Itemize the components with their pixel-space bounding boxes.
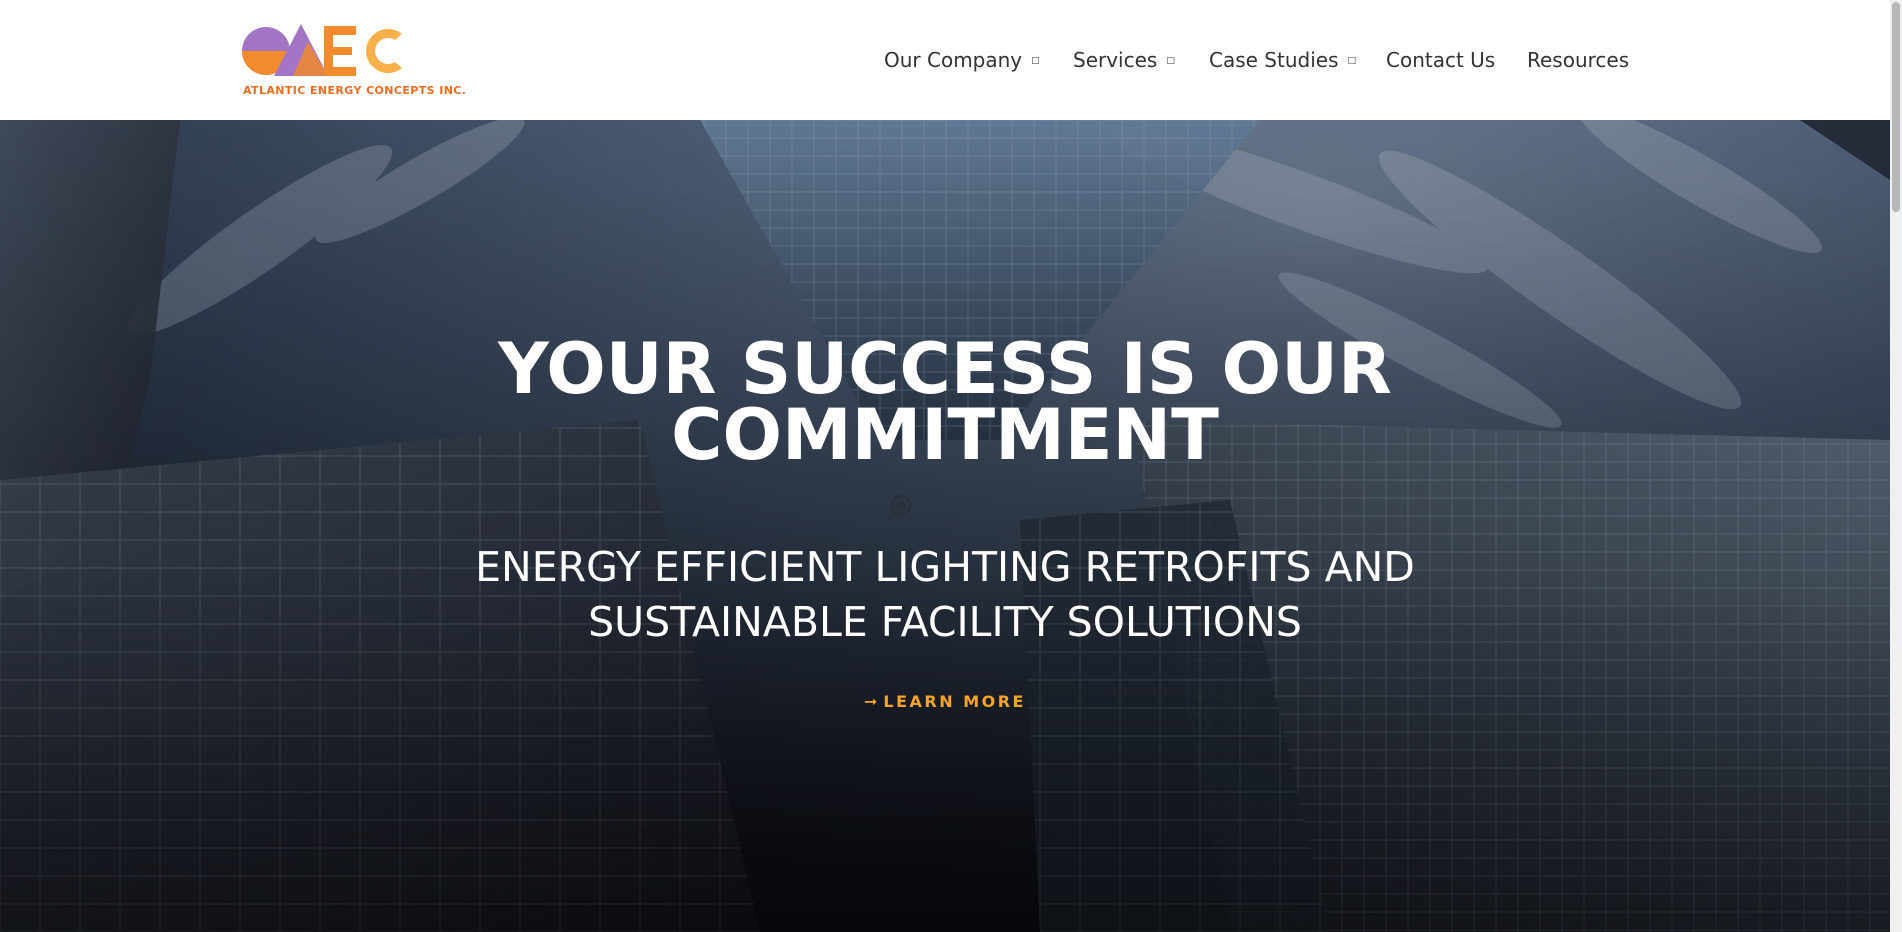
learn-more-button[interactable]: ➞ LEARN MORE — [0, 692, 1890, 711]
hero-title-line: COMMITMENT — [671, 394, 1219, 476]
site-header: ATLANTIC ENERGY CONCEPTS INC. Our Compan… — [0, 0, 1890, 120]
dropdown-caret-icon: □ — [1347, 55, 1357, 66]
nav-item-label: Our Company — [884, 48, 1023, 72]
main-nav: Our Company □ Services □ Case Studies □ Con… — [0, 45, 1890, 75]
nav-item-case-studies[interactable]: Case Studies □ — [1209, 45, 1356, 75]
hero-subtitle: ENERGY EFFICIENT LIGHTING RETROFITS AND … — [0, 540, 1890, 650]
dropdown-caret-icon: □ — [1031, 55, 1040, 66]
nav-item-resources[interactable]: Resources — [1527, 45, 1629, 75]
hero-overlay — [0, 120, 1890, 932]
page-scrollbar[interactable] — [1890, 0, 1902, 932]
logo-tagline: ATLANTIC ENERGY CONCEPTS INC. — [243, 84, 467, 97]
nav-item-services[interactable]: Services □ — [1073, 45, 1175, 75]
scrollbar-thumb[interactable] — [1892, 2, 1900, 212]
dropdown-caret-icon: □ — [1166, 55, 1175, 66]
nav-item-label: Resources — [1527, 48, 1630, 72]
arrow-right-icon: ➞ — [864, 692, 878, 711]
nav-item-label: Services — [1073, 48, 1158, 72]
hero-title-line: YOUR SUCCESS IS OUR — [498, 328, 1392, 410]
learn-more-label: LEARN MORE — [883, 692, 1026, 711]
nav-item-label: Contact Us — [1386, 48, 1496, 72]
nav-item-contact-us[interactable]: Contact Us — [1386, 45, 1495, 75]
hero-section: YOUR SUCCESS IS OUR COMMITMENT ENERGY EF… — [0, 120, 1890, 932]
hero-subtitle-line: ENERGY EFFICIENT LIGHTING RETROFITS AND — [475, 543, 1415, 591]
hero-subtitle-line: SUSTAINABLE FACILITY SOLUTIONS — [588, 598, 1302, 646]
hero-title: YOUR SUCCESS IS OUR COMMITMENT — [0, 328, 1890, 476]
nav-item-label: Case Studies — [1209, 48, 1339, 72]
target-icon — [887, 494, 912, 521]
nav-item-our-company[interactable]: Our Company □ — [884, 45, 1040, 75]
